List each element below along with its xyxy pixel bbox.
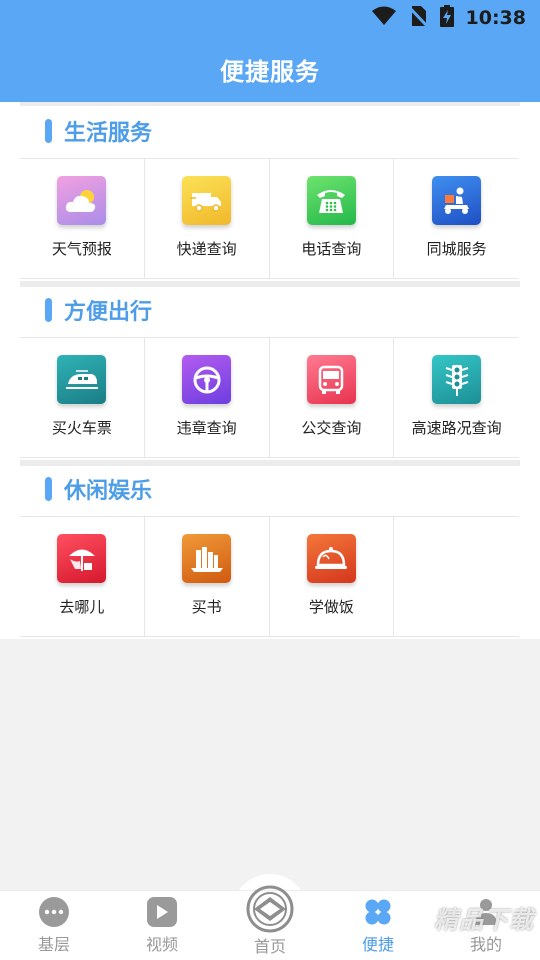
service-express[interactable]: 快递查询: [145, 159, 270, 278]
section-title: 方便出行: [45, 295, 152, 325]
clock: 10:38: [465, 7, 526, 29]
delivery-truck-icon: [182, 176, 232, 225]
service-grid: 天气预报 快递查询 电话查询 同城服务: [20, 158, 519, 279]
scooter-courier-icon: [432, 176, 482, 225]
play-icon: [147, 897, 177, 927]
no-sim-icon: [407, 5, 428, 31]
tab-convenience[interactable]: 便捷: [324, 891, 432, 960]
wifi-icon: [371, 6, 396, 30]
section-divider: [20, 281, 520, 287]
beach-umbrella-icon: [57, 534, 107, 583]
service-grid: 去哪儿 买书 学做饭: [20, 516, 519, 637]
more-dots-icon: [39, 897, 69, 927]
section-leisure: 休闲娱乐 去哪儿 买书 学做饭: [0, 460, 540, 639]
section-divider: [20, 460, 520, 466]
page-title: 便捷服务: [220, 57, 320, 86]
service-bus[interactable]: 公交查询: [270, 338, 395, 457]
home-logo-icon: [246, 885, 294, 933]
section-life-services: 生活服务 天气预报 快递查询 电话查询 同城服务: [0, 102, 540, 281]
section-marker: [45, 298, 52, 322]
steering-wheel-icon: [182, 355, 232, 404]
watermark: 精品下载: [434, 906, 534, 934]
train-icon: [57, 355, 107, 404]
service-violation[interactable]: 违章查询: [145, 338, 270, 457]
section-marker: [45, 119, 52, 143]
food-cloche-icon: [306, 534, 356, 583]
section-travel: 方便出行 买火车票 违章查询 公交查询 高速路况查询: [0, 281, 540, 460]
empty-cell: [394, 517, 519, 636]
status-bar: 10:38: [0, 0, 540, 36]
service-road-conditions[interactable]: 高速路况查询: [394, 338, 519, 457]
books-icon: [182, 534, 232, 583]
service-phone[interactable]: 电话查询: [270, 159, 395, 278]
tab-grassroots[interactable]: 基层: [0, 891, 108, 960]
section-title: 休闲娱乐: [45, 474, 152, 504]
section-title: 生活服务: [45, 116, 152, 146]
service-learn-cooking[interactable]: 学做饭: [270, 517, 395, 636]
clover-icon: [363, 897, 393, 927]
battery-charging-icon: [439, 5, 454, 31]
bus-icon: [306, 355, 356, 404]
section-divider: [20, 102, 520, 106]
service-city[interactable]: 同城服务: [394, 159, 519, 278]
traffic-light-icon: [432, 355, 482, 404]
weather-icon: [57, 176, 107, 225]
service-train-ticket[interactable]: 买火车票: [20, 338, 145, 457]
tab-home[interactable]: 首页: [216, 885, 324, 960]
service-grid: 买火车票 违章查询 公交查询 高速路况查询: [20, 337, 519, 458]
telephone-icon: [306, 176, 356, 225]
section-marker: [45, 477, 52, 501]
service-where-to-go[interactable]: 去哪儿: [20, 517, 145, 636]
page-header: 便捷服务: [0, 36, 540, 102]
service-buy-books[interactable]: 买书: [145, 517, 270, 636]
service-weather[interactable]: 天气预报: [20, 159, 145, 278]
tab-video[interactable]: 视频: [108, 891, 216, 960]
services-panel: 生活服务 天气预报 快递查询 电话查询 同城服务 方便出行 买火车票 违章查询 …: [0, 102, 540, 639]
